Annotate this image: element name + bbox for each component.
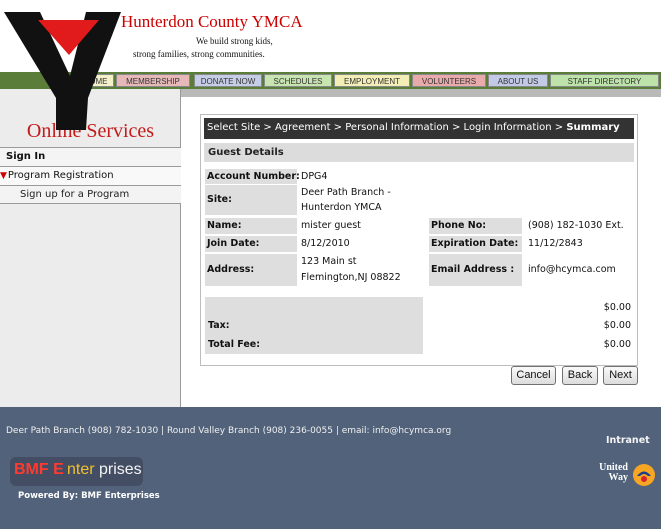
step-breadcrumb-prefix: Select Site > Agreement > Personal Infor… [207,122,567,133]
expand-arrow-icon: ▼ [0,171,7,181]
subtotal-value: $0.00 [603,302,631,313]
nav-membership[interactable]: MEMBERSHIP [116,74,190,87]
site-value-line1: Deer Path Branch - [301,187,391,198]
join-date-value: 8/12/2010 [301,238,350,249]
address-label: Address: [205,254,297,286]
ymca-logo[interactable] [0,2,123,130]
back-button[interactable]: Back [562,366,598,385]
bmf-logo-part3: prises [99,461,142,478]
summary-panel: Select Site > Agreement > Personal Infor… [200,114,638,366]
nav-about-us[interactable]: ABOUT US [488,74,548,87]
tagline-line2: strong families, strong communities. [133,49,265,59]
nav-donate-now[interactable]: DONATE NOW [194,74,262,87]
sidebar-item-label: Program Registration [7,170,114,181]
join-date-label: Join Date: [205,236,297,252]
email-value: info@hcymca.com [528,264,616,275]
site-label: Site: [205,185,297,215]
sidebar-item-program-registration[interactable]: ▼Program Registration [0,166,181,185]
phone-label: Phone No: [429,218,522,234]
step-breadcrumb: Select Site > Agreement > Personal Infor… [204,118,634,139]
sidebar-item-sign-up-program[interactable]: Sign up for a Program [0,185,181,204]
guest-details-header: Guest Details [204,143,634,162]
current-step: Summary [566,122,620,133]
address-line2: Flemington,NJ 08822 [301,272,401,283]
united-way-hand-icon [633,464,655,486]
united-way-logo[interactable]: United Way [592,463,660,487]
footer-contact-line: Deer Path Branch (908) 782-1030 | Round … [6,426,452,436]
site-value-line2: Hunterdon YMCA [301,202,382,213]
united-way-text: United Way [592,463,628,483]
address-line1: 123 Main st [301,256,357,267]
org-name: Hunterdon County YMCA [121,12,303,31]
name-label: Name: [205,218,297,234]
account-number-value: DPG4 [301,171,328,182]
tax-value: $0.00 [603,320,631,331]
tax-label: Tax: [208,320,230,331]
intranet-link[interactable]: Intranet [606,435,650,446]
account-number-label: Account Number: [205,169,300,184]
sidebar-item-sign-in[interactable]: Sign In [0,147,181,166]
expiration-date-value: 11/12/2843 [528,238,583,249]
nav-schedules[interactable]: SCHEDULES [264,74,332,87]
bmf-logo-part2: nter [67,461,95,478]
total-fee-label: Total Fee: [208,339,261,350]
nav-staff-directory[interactable]: STAFF DIRECTORY [550,74,659,87]
powered-by-text: Powered By: BMF Enterprises [18,491,160,501]
bmf-logo-part1: BMF E [14,461,64,478]
email-label: Email Address : [429,254,522,286]
site-footer: Deer Path Branch (908) 782-1030 | Round … [0,407,661,529]
bmf-enterprises-logo[interactable]: BMF E nter prises [10,457,143,486]
total-fee-value: $0.00 [603,339,631,350]
tagline-line1: We build strong kids, [196,36,273,46]
united-way-line2: Way [608,472,628,483]
phone-value: (908) 182-1030 Ext. [528,220,624,231]
next-button[interactable]: Next [603,366,638,385]
cancel-button[interactable]: Cancel [511,366,556,385]
expiration-date-label: Expiration Date: [429,236,522,252]
name-value: mister guest [301,220,361,231]
nav-volunteers[interactable]: VOLUNTEERS [412,74,486,87]
nav-employment[interactable]: EMPLOYMENT [334,74,410,87]
